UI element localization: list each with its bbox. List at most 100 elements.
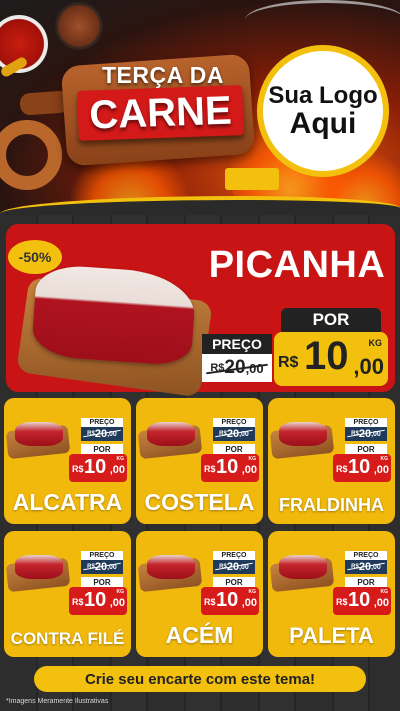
preco-label: PREÇO	[81, 418, 123, 427]
old-price: R$ 20 ,00	[202, 354, 272, 382]
por-label: POR	[345, 444, 387, 454]
product-name: ALCATRA	[12, 489, 123, 515]
featured-offer: -50% PICANHA POR PREÇO R$ 20 ,00 R$ 10 K…	[6, 224, 395, 398]
new-price: R$ 10 KG ,00	[333, 454, 391, 482]
new-price-currency: R$	[204, 597, 216, 607]
preco-label: PREÇO	[345, 418, 387, 427]
new-price-currency: R$	[72, 464, 84, 474]
logo-text-line-1: Sua Logo	[268, 81, 378, 109]
price-box: PREÇO R$20,00 POR R$10 KG ,00	[69, 418, 127, 486]
product-card-costela: PREÇO R$20,00 POR R$10 KG ,00 COSTELA	[136, 398, 263, 524]
logo-text-line-2: Aqui	[289, 106, 357, 140]
product-name: ACÉM	[165, 622, 234, 648]
product-card-fraldinha: PREÇO R$20,00 POR R$10 KG ,00 FRALDINHA	[268, 398, 395, 524]
meat-image	[279, 422, 327, 446]
flyer-page: TERÇA DA CARNE Sua Logo Aqui -50% PICANH…	[0, 0, 400, 711]
header-divider	[0, 196, 400, 215]
preco-label: PREÇO	[202, 334, 272, 354]
new-price: R$ 10 KG ,00	[274, 332, 388, 386]
featured-product-name: PICANHA	[208, 244, 386, 286]
contra-file-image	[5, 551, 71, 593]
new-price-currency: R$	[336, 464, 348, 474]
new-price-integer: 10	[348, 589, 371, 611]
price-box: PREÇO R$20,00 POR R$10 KG ,00	[333, 551, 391, 619]
preco-label: PREÇO	[81, 551, 123, 560]
header-banner: TERÇA DA CARNE Sua Logo Aqui	[0, 0, 400, 215]
new-price-integer: 10	[216, 589, 239, 611]
new-price: R$ 10 KG ,00	[333, 587, 391, 615]
new-price-decimal: ,00	[373, 597, 389, 609]
discount-badge: -50%	[8, 240, 62, 274]
por-label: POR	[81, 444, 123, 454]
old-price: R$20,00	[345, 427, 387, 441]
price-box: PREÇO R$20,00 POR R$10 KG ,00	[333, 418, 391, 486]
old-price: R$20,00	[81, 427, 123, 441]
meat-image	[147, 555, 195, 579]
unit-label: KG	[380, 589, 389, 595]
product-name: COSTELA	[144, 489, 255, 515]
new-price: R$ 10 KG ,00	[69, 587, 127, 615]
new-price-integer: 10	[304, 334, 349, 378]
utensil-image	[245, 0, 400, 40]
old-price: R$20,00	[81, 560, 123, 574]
product-name: PALETA	[289, 623, 374, 648]
unit-label: KG	[116, 456, 125, 462]
meat-image	[147, 422, 195, 446]
new-price-decimal: ,00	[109, 597, 125, 609]
por-label: POR	[213, 577, 255, 587]
title-line-2: CARNE	[77, 85, 244, 141]
preco-label: PREÇO	[345, 551, 387, 560]
new-price: R$ 10 KG ,00	[69, 454, 127, 482]
unit-label: KG	[248, 456, 257, 462]
por-label: POR	[281, 308, 381, 332]
disclaimer-text: *Imagens Meramente Ilustrativas	[6, 698, 109, 705]
meat-cut-image	[30, 263, 198, 367]
new-price-decimal: ,00	[241, 464, 257, 476]
product-card-acem: PREÇO R$20,00 POR R$10 KG ,00 ACÉM	[136, 531, 263, 657]
new-price-currency: R$	[278, 354, 299, 371]
new-price-currency: R$	[336, 597, 348, 607]
new-price-integer: 10	[84, 589, 107, 611]
price-box: PREÇO R$20,00 POR R$10 KG ,00	[201, 418, 259, 486]
new-price-currency: R$	[72, 597, 84, 607]
costela-image	[137, 418, 203, 460]
sausage-image	[0, 120, 62, 190]
new-price-decimal: ,00	[241, 597, 257, 609]
alcatra-image	[5, 418, 71, 460]
product-card-paleta: PREÇO R$20,00 POR R$10 KG ,00 PALETA	[268, 531, 395, 657]
logo-placeholder: Sua Logo Aqui	[257, 45, 389, 177]
acem-image	[137, 551, 203, 593]
unit-label: KG	[380, 456, 389, 462]
meat-image	[15, 422, 63, 446]
price-box: PREÇO R$20,00 POR R$10 KG ,00	[69, 551, 127, 619]
cta-button[interactable]: Crie seu encarte com este tema!	[34, 666, 366, 692]
por-label: POR	[213, 444, 255, 454]
decorative-tab	[225, 168, 279, 190]
old-price: R$20,00	[345, 560, 387, 574]
unit-label: KG	[116, 589, 125, 595]
fraldinha-image	[269, 418, 335, 460]
unit-label: KG	[248, 589, 257, 595]
product-card-alcatra: PREÇO R$20,00 POR R$10 KG ,00 ALCATRA	[4, 398, 131, 524]
paleta-image	[269, 551, 335, 593]
new-price: R$ 10 KG ,00	[201, 587, 259, 615]
unit-label: KG	[368, 338, 383, 348]
product-name: FRALDINHA	[279, 495, 384, 515]
price-box: PREÇO R$20,00 POR R$10 KG ,00	[201, 551, 259, 619]
preco-label: PREÇO	[213, 551, 255, 560]
preco-label: PREÇO	[213, 418, 255, 427]
new-price-integer: 10	[348, 456, 371, 478]
por-label: POR	[81, 577, 123, 587]
meat-image	[279, 555, 327, 579]
new-price-currency: R$	[204, 464, 216, 474]
food-bowl-image	[55, 2, 103, 50]
new-price-decimal: ,00	[109, 464, 125, 476]
por-label: POR	[345, 577, 387, 587]
new-price: R$ 10 KG ,00	[201, 454, 259, 482]
product-name: CONTRA FILÉ	[10, 629, 125, 648]
old-price: R$20,00	[213, 427, 255, 441]
meat-image	[15, 555, 63, 579]
new-price-decimal: ,00	[353, 354, 384, 379]
product-card-contra-file: PREÇO R$20,00 POR R$10 KG ,00 CONTRA FILÉ	[4, 531, 131, 657]
new-price-integer: 10	[216, 456, 239, 478]
